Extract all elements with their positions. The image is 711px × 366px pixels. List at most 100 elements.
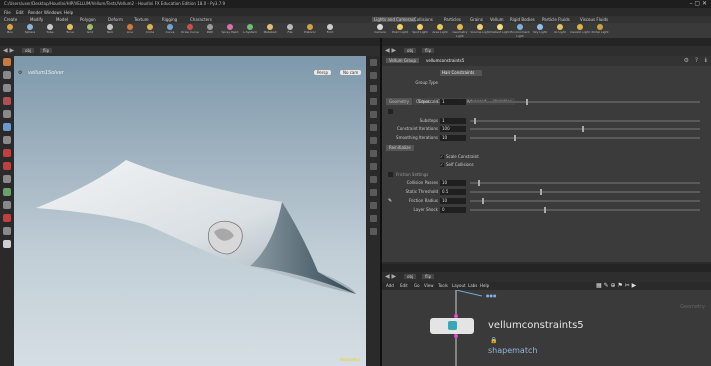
shelf-tab-vellum[interactable]: Vellum <box>490 17 504 22</box>
curve-tool[interactable]: Curve <box>160 23 180 38</box>
shelf-tab-modify[interactable]: Modify <box>30 17 43 22</box>
path-node[interactable]: flip <box>40 48 53 53</box>
node-vellumconstraints5[interactable] <box>430 314 474 338</box>
back-arrow-icon[interactable]: ◀ ▶ <box>3 47 14 54</box>
select-tool-icon[interactable] <box>3 58 11 66</box>
input-port[interactable] <box>454 314 458 318</box>
shading-icon[interactable] <box>369 98 377 105</box>
font-tool[interactable]: Font <box>320 23 340 38</box>
metaball-tool[interactable]: Metaball <box>260 23 280 38</box>
menu-file[interactable]: File <box>4 10 11 15</box>
constraint-iterations-field[interactable]: 100 <box>440 126 466 132</box>
path-tool[interactable]: Path <box>200 23 220 38</box>
static-threshold-slider[interactable] <box>470 189 700 195</box>
collision-passes-field[interactable]: 10 <box>440 180 466 186</box>
timescale-field[interactable]: 1 <box>440 99 466 105</box>
move-tool-icon[interactable] <box>3 71 11 79</box>
static-threshold-field[interactable]: 0.5 <box>440 189 466 195</box>
gi-light-tool[interactable]: GI Light <box>550 23 570 38</box>
network-menu-layout[interactable]: Layout <box>452 283 466 288</box>
portal-light-tool[interactable]: Portal Light <box>590 23 610 38</box>
network-path-node[interactable]: flip <box>422 274 435 279</box>
shadows-icon[interactable] <box>369 163 377 170</box>
distant-light-tool[interactable]: Distant Light <box>490 23 510 38</box>
reinitialize-button[interactable]: Reinitialize <box>386 145 414 151</box>
tube-tool[interactable]: Tube <box>40 23 60 38</box>
constraint-iterations-slider[interactable] <box>470 126 700 132</box>
shelf-tab-rigid-bodies[interactable]: Rigid Bodies <box>510 17 535 22</box>
paint-icon[interactable] <box>3 240 11 248</box>
null-tool[interactable]: Null <box>100 23 120 38</box>
shelf-tab-model[interactable]: Model <box>56 17 68 22</box>
backface-icon[interactable] <box>369 176 377 183</box>
circle-tool[interactable]: Circle <box>140 23 160 38</box>
friction-radius-field[interactable]: 10 <box>440 198 466 204</box>
torus-tool[interactable]: Torus <box>60 23 80 38</box>
shelf-tab-polygon[interactable]: Polygon <box>80 17 96 22</box>
spray-paint-tool[interactable]: Spray Paint <box>220 23 240 38</box>
file-tool[interactable]: File <box>280 23 300 38</box>
shelf-tab-texture[interactable]: Texture <box>134 17 149 22</box>
shelf-tab-grains[interactable]: Grains <box>470 17 483 22</box>
bounding-box-icon[interactable] <box>369 137 377 144</box>
scale-constraint-checkbox[interactable]: ✓ <box>440 155 444 159</box>
shelf-tab-viscous-fluids[interactable]: Viscous Fluids <box>580 17 608 22</box>
safe-area-icon[interactable] <box>369 215 377 222</box>
magnet-icon[interactable] <box>3 214 11 222</box>
info-icon[interactable]: ℹ <box>705 57 707 64</box>
network-menu-edit[interactable]: Edit <box>400 283 408 288</box>
lsystem-tool[interactable]: L-System <box>240 23 260 38</box>
gear-icon[interactable]: ⚙ <box>684 57 689 64</box>
friction-radius-slider[interactable] <box>470 198 700 204</box>
shelf-tab-particles[interactable]: Particles <box>444 17 461 22</box>
environment-light-tool[interactable]: Environment Light <box>510 23 530 38</box>
back-arrow-icon[interactable]: ◀ ▶ <box>385 273 396 280</box>
scene-viewport[interactable]: ⚙ vellum1Solver Persp No cam Geometry <box>14 56 366 366</box>
draw-curve-tool[interactable]: Draw Curve <box>180 23 200 38</box>
handle-tool-icon[interactable] <box>3 110 11 118</box>
menu-windows[interactable]: Windows <box>44 10 62 15</box>
line-tool[interactable]: Line <box>120 23 140 38</box>
brush-icon[interactable] <box>3 201 11 209</box>
fullscreen-icon[interactable] <box>369 228 377 235</box>
menu-render[interactable]: Render <box>28 10 42 15</box>
platonic-tool[interactable]: Platonic <box>300 23 320 38</box>
shelf-tab-deform[interactable]: Deform <box>108 17 123 22</box>
scale-tool-icon[interactable] <box>3 97 11 105</box>
node-name-field[interactable]: vellumconstraints5 <box>426 58 464 63</box>
back-arrow-icon[interactable]: ◀ ▶ <box>385 47 396 54</box>
help-icon[interactable]: ? <box>695 57 698 64</box>
view-tool-icon[interactable] <box>3 123 11 131</box>
substeps-toggle[interactable] <box>388 109 393 114</box>
network-view-icons[interactable]: ▦ ✎ ⊕ ⚑ ✂ ▶ <box>596 282 636 289</box>
network-menu-view[interactable]: View <box>424 283 434 288</box>
smoothing-iterations-slider[interactable] <box>470 135 700 141</box>
display-options-icon[interactable] <box>369 59 377 66</box>
shelf-tab-particle-fluids[interactable]: Particle Fluids <box>542 17 570 22</box>
param-path-node[interactable]: flip <box>422 48 435 53</box>
camera-tool[interactable]: Camera <box>370 23 390 38</box>
network-path-obj[interactable]: obj <box>404 274 417 279</box>
layer-shock-field[interactable]: 0 <box>440 207 466 213</box>
substeps-slider[interactable] <box>470 118 700 124</box>
geometry-icon[interactable] <box>3 188 11 196</box>
rotate-tool-icon[interactable] <box>3 84 11 92</box>
sphere-tool[interactable]: Sphere <box>20 23 40 38</box>
ghost-icon[interactable] <box>369 72 377 79</box>
output-port[interactable] <box>454 334 458 338</box>
camera-icon[interactable] <box>369 202 377 209</box>
network-menu-add[interactable]: Add <box>386 283 394 288</box>
area-light-tool[interactable]: Area Light <box>430 23 450 38</box>
shelf-tab-create[interactable]: Create <box>4 17 17 22</box>
lights-icon[interactable] <box>369 150 377 157</box>
spot-light-tool[interactable]: Spot Light <box>410 23 430 38</box>
wireframe-icon[interactable] <box>369 85 377 92</box>
shelf-tab-characters[interactable]: Characters <box>190 17 212 22</box>
network-menu-go[interactable]: Go <box>414 283 420 288</box>
collision-passes-slider[interactable] <box>470 180 700 186</box>
normals-icon[interactable] <box>369 124 377 131</box>
smoothing-iterations-field[interactable]: 10 <box>440 135 466 141</box>
caustic-light-tool[interactable]: Caustic Light <box>570 23 590 38</box>
points-icon[interactable] <box>369 111 377 118</box>
record-icon[interactable] <box>3 149 11 157</box>
